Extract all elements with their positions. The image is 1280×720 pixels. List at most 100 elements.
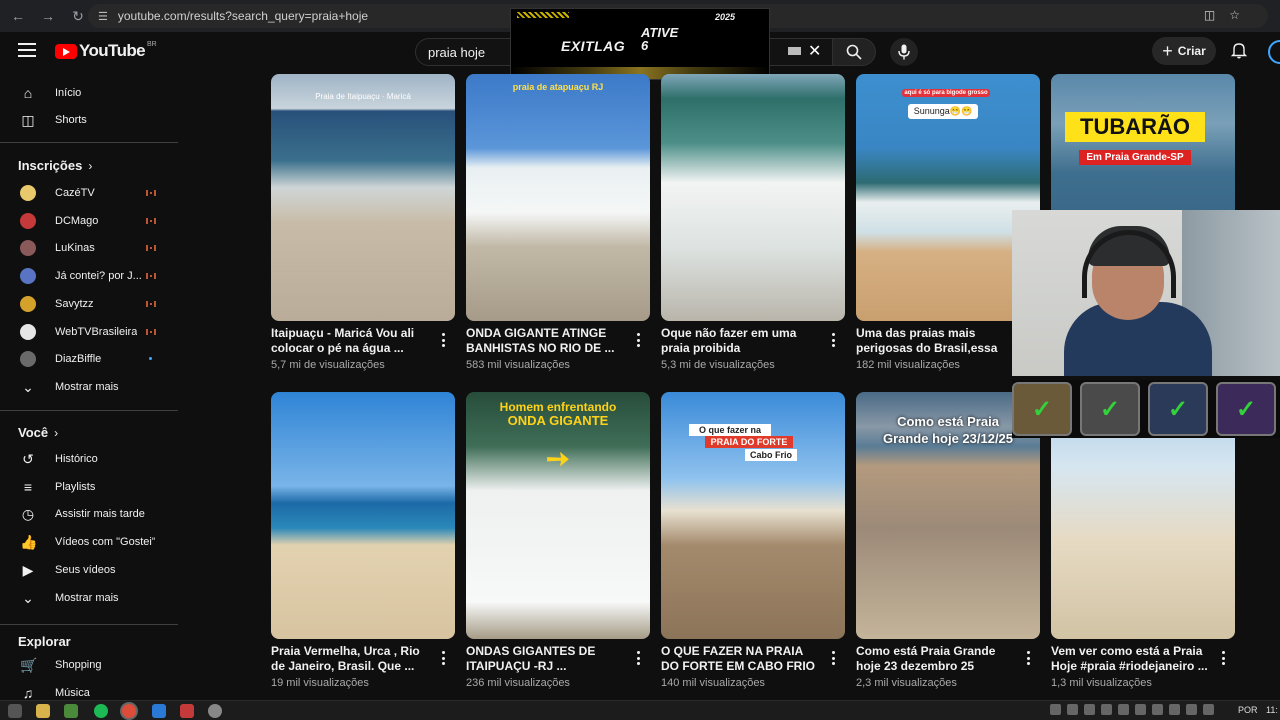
- sidebar-item-channel[interactable]: Savytzz: [0, 291, 178, 317]
- app-icon[interactable]: [180, 704, 194, 718]
- more-options-icon[interactable]: [636, 333, 640, 347]
- video-card[interactable]: Praia de Itaipuaçu · Maricá Itaipuaçu - M…: [271, 74, 455, 371]
- video-card[interactable]: Praia Vermelha, Urca , Rio de Janeiro, B…: [271, 392, 455, 689]
- clear-search-icon[interactable]: ✕: [808, 41, 821, 61]
- sidebar-item[interactable]: ≡ Playlists: [0, 474, 178, 500]
- video-title[interactable]: Vem ver como está a Praia Hoje #praia #r…: [1051, 644, 1211, 674]
- new-content-dot: [149, 357, 152, 361]
- video-views: 19 mil visualizações: [271, 677, 369, 689]
- video-card[interactable]: Oque não fazer em uma praia proibida 5,3 …: [661, 74, 845, 371]
- sidebar-item[interactable]: ⌄ Mostrar mais: [0, 585, 178, 611]
- account-avatar[interactable]: [1268, 40, 1280, 64]
- tray-icon[interactable]: [1203, 704, 1214, 715]
- bookmark-star-icon[interactable]: ☆: [1229, 8, 1254, 22]
- video-thumbnail[interactable]: [661, 74, 845, 321]
- video-title[interactable]: O QUE FAZER NA PRAIA DO FORTE EM CABO FR…: [661, 644, 821, 674]
- create-button[interactable]: + Criar: [1152, 37, 1216, 65]
- sidebar-item-label: DiazBiffle: [55, 353, 102, 366]
- sidebar-item[interactable]: ↺ Histórico: [0, 446, 178, 472]
- file-explorer-icon[interactable]: [36, 704, 50, 718]
- language-indicator[interactable]: POR: [1238, 705, 1258, 715]
- video-title[interactable]: Itaipuaçu - Maricá Vou ali colocar o pé …: [271, 326, 431, 356]
- video-views: 236 mil visualizações: [466, 677, 570, 689]
- app-icon[interactable]: [64, 704, 78, 718]
- sidebar-item[interactable]: 🛒 Shopping: [0, 652, 178, 678]
- sidebar-item-channel[interactable]: DiazBiffle: [0, 346, 178, 372]
- tray-icon[interactable]: [1118, 704, 1129, 715]
- tray-icon[interactable]: [1101, 704, 1112, 715]
- more-options-icon[interactable]: [441, 651, 445, 665]
- sidebar-item-label: Música: [55, 686, 90, 699]
- chrome-icon[interactable]: [122, 704, 136, 718]
- tray-icon[interactable]: [1169, 704, 1180, 715]
- tray-icon[interactable]: [1067, 704, 1078, 715]
- sidebar-item[interactable]: ◷ Assistir mais tarde: [0, 501, 178, 527]
- search-button[interactable]: [832, 38, 876, 66]
- app-icon[interactable]: [208, 704, 222, 718]
- sidebar-item[interactable]: ⌂ Início: [0, 80, 178, 106]
- more-options-icon[interactable]: [1221, 651, 1225, 665]
- sidebar-item-channel[interactable]: DCMago: [0, 208, 178, 234]
- sidebar-item[interactable]: ▶ Seus vídeos: [0, 557, 178, 583]
- video-title[interactable]: Uma das praias mais perigosas do Brasil,…: [856, 326, 1016, 356]
- system-tray: [1050, 704, 1214, 715]
- forward-icon[interactable]: →: [36, 4, 60, 28]
- keyboard-icon[interactable]: [788, 47, 801, 55]
- more-options-icon[interactable]: [636, 651, 640, 665]
- live-icon: [146, 328, 156, 335]
- tray-icon[interactable]: [1152, 704, 1163, 715]
- video-card[interactable]: Homem enfrentando ONDA GIGANTE ➙ ONDAS GIGA…: [466, 392, 650, 689]
- app-icon[interactable]: [152, 704, 166, 718]
- install-icon[interactable]: ◫: [1204, 8, 1229, 22]
- sidebar-item-channel[interactable]: CazéTV: [0, 180, 178, 206]
- video-thumbnail[interactable]: O que fazer na PRAIA DO FORTE Cabo Frio: [661, 392, 845, 639]
- sidebar-item[interactable]: ⌄ Mostrar mais: [0, 374, 178, 400]
- clock[interactable]: 11:: [1266, 705, 1278, 715]
- sidebar-item-channel[interactable]: LuKinas: [0, 235, 178, 261]
- sidebar-item[interactable]: ◫ Shorts: [0, 107, 178, 133]
- video-card[interactable]: O que fazer na PRAIA DO FORTE Cabo Frio O Q…: [661, 392, 845, 689]
- video-title[interactable]: Como está Praia Grande hoje 23 dezembro …: [856, 644, 1016, 674]
- channel-avatar: [20, 240, 36, 257]
- video-thumbnail[interactable]: Homem enfrentando ONDA GIGANTE ➙: [466, 392, 650, 639]
- sidebar-item[interactable]: 👍 Vídeos com "Gostei": [0, 529, 178, 555]
- start-icon[interactable]: [8, 704, 22, 718]
- back-icon[interactable]: ←: [6, 4, 30, 28]
- sidebar-item[interactable]: ♫ Música: [0, 680, 178, 700]
- voice-search-button[interactable]: [890, 38, 918, 66]
- video-title[interactable]: ONDAS GIGANTES DE ITAIPUAÇU -RJ ...: [466, 644, 626, 674]
- subscriptions-heading[interactable]: Inscrições ›: [18, 158, 92, 173]
- more-options-icon[interactable]: [1026, 651, 1030, 665]
- video-title[interactable]: Praia Vermelha, Urca , Rio de Janeiro, B…: [271, 644, 431, 674]
- video-title[interactable]: Oque não fazer em uma praia proibida: [661, 326, 821, 356]
- site-info-icon[interactable]: ☰: [98, 10, 108, 23]
- video-views: 140 mil visualizações: [661, 677, 765, 689]
- video-thumbnail[interactable]: [271, 392, 455, 639]
- sidebar-item-label: Mostrar mais: [55, 591, 119, 604]
- video-thumbnail[interactable]: praia de atapuaçu RJ: [466, 74, 650, 321]
- youtube-logo[interactable]: YouTube BR: [55, 41, 157, 61]
- video-views: 583 mil visualizações: [466, 359, 570, 371]
- video-title[interactable]: ONDA GIGANTE ATINGE BANHISTAS NO RIO DE …: [466, 326, 626, 356]
- video-views: 1,3 mil visualizações: [1051, 677, 1152, 689]
- tray-icon[interactable]: [1050, 704, 1061, 715]
- more-options-icon[interactable]: [831, 333, 835, 347]
- your-videos-icon: ▶: [22, 561, 34, 578]
- menu-hamburger-icon[interactable]: [18, 43, 36, 57]
- video-thumbnail[interactable]: Praia de Itaipuaçu · Maricá: [271, 74, 455, 321]
- sidebar-item-label: Shorts: [55, 114, 87, 126]
- tray-icon[interactable]: [1186, 704, 1197, 715]
- more-options-icon[interactable]: [441, 333, 445, 347]
- thumbnail-subcaption: Em Praia Grande-SP: [1079, 150, 1191, 165]
- video-card[interactable]: praia de atapuaçu RJ ONDA GIGANTE ATINGE …: [466, 74, 650, 371]
- reload-icon[interactable]: ↻: [66, 4, 90, 28]
- streamer-overlay-ad: EXITLAG ATIVE 6 2025: [510, 8, 770, 80]
- notifications-bell-icon[interactable]: [1230, 41, 1248, 59]
- spotify-icon[interactable]: [94, 704, 108, 718]
- tray-icon[interactable]: [1135, 704, 1146, 715]
- sidebar-item-channel[interactable]: Já contei? por J...: [0, 263, 178, 289]
- more-options-icon[interactable]: [831, 651, 835, 665]
- you-heading[interactable]: Você ›: [18, 425, 58, 440]
- tray-icon[interactable]: [1084, 704, 1095, 715]
- sidebar-item-channel[interactable]: WebTVBrasileira: [0, 319, 178, 345]
